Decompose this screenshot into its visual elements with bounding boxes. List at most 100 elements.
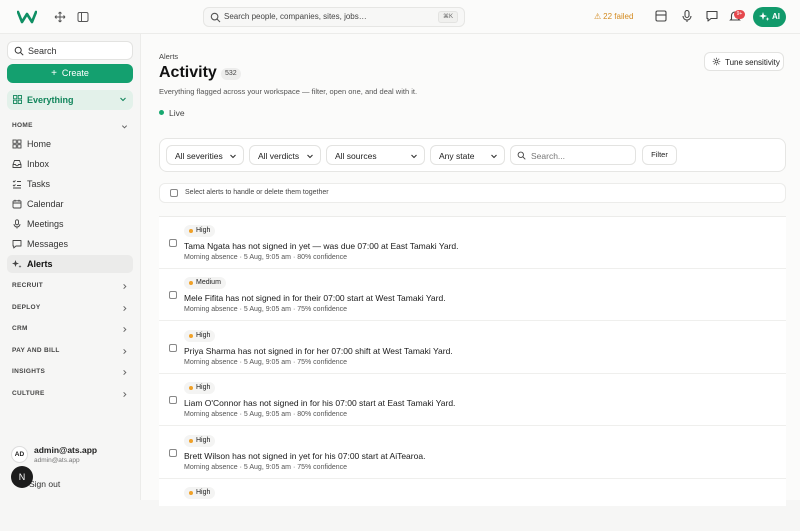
list-item[interactable]: Medium Mele Fifita has not signed in for… <box>159 269 786 321</box>
sparkle-icon <box>759 12 770 21</box>
alert-checkbox[interactable] <box>169 344 177 352</box>
sidebar-item-label: Inbox <box>27 159 50 169</box>
microphone-icon[interactable] <box>680 9 694 23</box>
assistant-avatar[interactable]: N <box>11 466 33 488</box>
chevron-down-icon <box>121 125 128 129</box>
state-dropdown[interactable]: Any state <box>430 145 505 165</box>
notification-badge: 9+ <box>734 10 745 19</box>
sidebar-search[interactable]: Search <box>7 41 133 60</box>
sidebar-item-home[interactable]: Home <box>7 135 133 153</box>
workspace-selector[interactable]: Everything <box>7 90 133 110</box>
logo-icon[interactable] <box>17 10 37 24</box>
severity-dropdown[interactable]: All severities <box>166 145 244 165</box>
sidebar-item-tasks[interactable]: Tasks <box>7 175 133 193</box>
alert-search-placeholder: Search... <box>531 151 566 161</box>
global-search[interactable]: Search people, companies, sites, jobs… ⌘… <box>203 7 465 27</box>
workspace-label: Everything <box>27 95 74 105</box>
top-bar: Search people, companies, sites, jobs… ⌘… <box>0 0 800 34</box>
page-subtitle: Everything flagged across your workspace… <box>159 87 418 96</box>
section-crm[interactable]: CRM <box>12 325 130 337</box>
user-name: admin@ats.app <box>34 445 98 455</box>
tasks-icon <box>12 180 21 189</box>
create-label: Create <box>61 68 89 78</box>
severity-label: High <box>196 384 211 391</box>
list-item[interactable]: High Tama Ngata has not signed in yet — … <box>159 217 786 269</box>
chevron-right-icon <box>123 369 127 376</box>
create-button[interactable]: + Create <box>7 64 133 83</box>
sidebar-item-inbox[interactable]: Inbox <box>7 155 133 173</box>
source-value: All sources <box>335 151 377 161</box>
alert-checkbox[interactable] <box>169 449 177 457</box>
count-badge: 532 <box>221 68 241 80</box>
list-item[interactable]: High <box>159 479 786 531</box>
gear-icon <box>712 57 721 66</box>
sidebar-item-alerts[interactable]: Alerts <box>7 255 133 273</box>
calendar-icon <box>12 199 22 209</box>
state-value: Any state <box>439 151 475 161</box>
source-dropdown[interactable]: All sources <box>326 145 425 165</box>
list-item[interactable]: High Priya Sharma has not signed in for … <box>159 322 786 374</box>
sidebar-item-meetings[interactable]: Meetings <box>7 215 133 233</box>
section-home[interactable]: HOME <box>12 122 130 134</box>
chevron-right-icon <box>123 305 127 312</box>
sign-out-link[interactable]: Sign out <box>29 479 60 489</box>
severity-dot-icon <box>189 334 193 338</box>
plus-icon: + <box>51 68 57 79</box>
section-recruit[interactable]: RECRUIT <box>12 282 130 294</box>
tune-sensitivity-button[interactable]: Tune sensitivity <box>704 52 784 71</box>
section-deploy[interactable]: DEPLOY <box>12 304 130 316</box>
sidebar-item-calendar[interactable]: Calendar <box>7 195 133 213</box>
grid-icon <box>13 95 22 104</box>
alert-message: Brett Wilson has not signed in yet for h… <box>184 451 426 461</box>
ai-button[interactable]: AI <box>753 7 786 27</box>
chevron-right-icon <box>123 391 127 398</box>
section-pay-and-bill-label: PAY AND BILL <box>12 347 60 354</box>
section-pay-and-bill[interactable]: PAY AND BILL <box>12 347 130 359</box>
alert-checkbox[interactable] <box>169 291 177 299</box>
message-icon <box>12 240 22 249</box>
move-icon[interactable] <box>54 11 66 23</box>
sidebar-item-label: Messages <box>27 239 69 249</box>
avatar: AD <box>11 446 28 463</box>
alert-message: Liam O'Connor has not signed in for his … <box>184 398 456 408</box>
filter-button[interactable]: Filter <box>642 145 677 165</box>
list-item[interactable]: High Brett Wilson has not signed in yet … <box>159 427 786 479</box>
severity-label: Medium <box>196 279 221 286</box>
sidebar-toggle-icon[interactable] <box>77 11 89 23</box>
page-title: Activity <box>159 64 217 81</box>
section-culture[interactable]: CULTURE <box>12 390 130 402</box>
section-deploy-label: DEPLOY <box>12 304 41 311</box>
list-item[interactable]: High Liam O'Connor has not signed in for… <box>159 374 786 426</box>
severity-badge: High <box>184 330 216 342</box>
section-insights[interactable]: INSIGHTS <box>12 368 130 380</box>
microphone-icon <box>13 219 21 229</box>
select-all-checkbox[interactable] <box>170 189 178 197</box>
severity-label: High <box>196 437 211 444</box>
breadcrumb[interactable]: Alerts <box>159 52 178 61</box>
chat-icon[interactable] <box>705 9 719 23</box>
chevron-down-icon <box>411 154 417 159</box>
verdict-dropdown[interactable]: All verdicts <box>249 145 321 165</box>
section-recruit-label: RECRUIT <box>12 282 43 289</box>
severity-value: All severities <box>175 151 223 161</box>
failed-jobs-indicator[interactable]: ⚠ 22 failed <box>594 12 633 21</box>
alert-checkbox[interactable] <box>169 396 177 404</box>
alert-checkbox[interactable] <box>169 239 177 247</box>
search-icon <box>517 151 526 160</box>
alert-message: Priya Sharma has not signed in for her 0… <box>184 346 453 356</box>
verdict-value: All verdicts <box>258 151 300 161</box>
tune-sensitivity-label: Tune sensitivity <box>725 58 780 67</box>
severity-dot-icon <box>189 386 193 390</box>
filter-bar: All severities All verdicts All sources … <box>159 138 786 172</box>
alert-search-input[interactable]: Search... <box>510 145 636 165</box>
keyboard-shortcut: ⌘K <box>437 11 458 23</box>
chevron-down-icon <box>120 97 126 102</box>
severity-badge: High <box>184 225 216 237</box>
layout-icon[interactable] <box>654 9 668 23</box>
severity-dot-icon <box>189 229 193 233</box>
section-home-label: HOME <box>12 122 33 129</box>
severity-badge: High <box>184 487 216 499</box>
section-insights-label: INSIGHTS <box>12 368 46 375</box>
severity-badge: High <box>184 435 216 447</box>
sidebar-item-messages[interactable]: Messages <box>7 235 133 253</box>
